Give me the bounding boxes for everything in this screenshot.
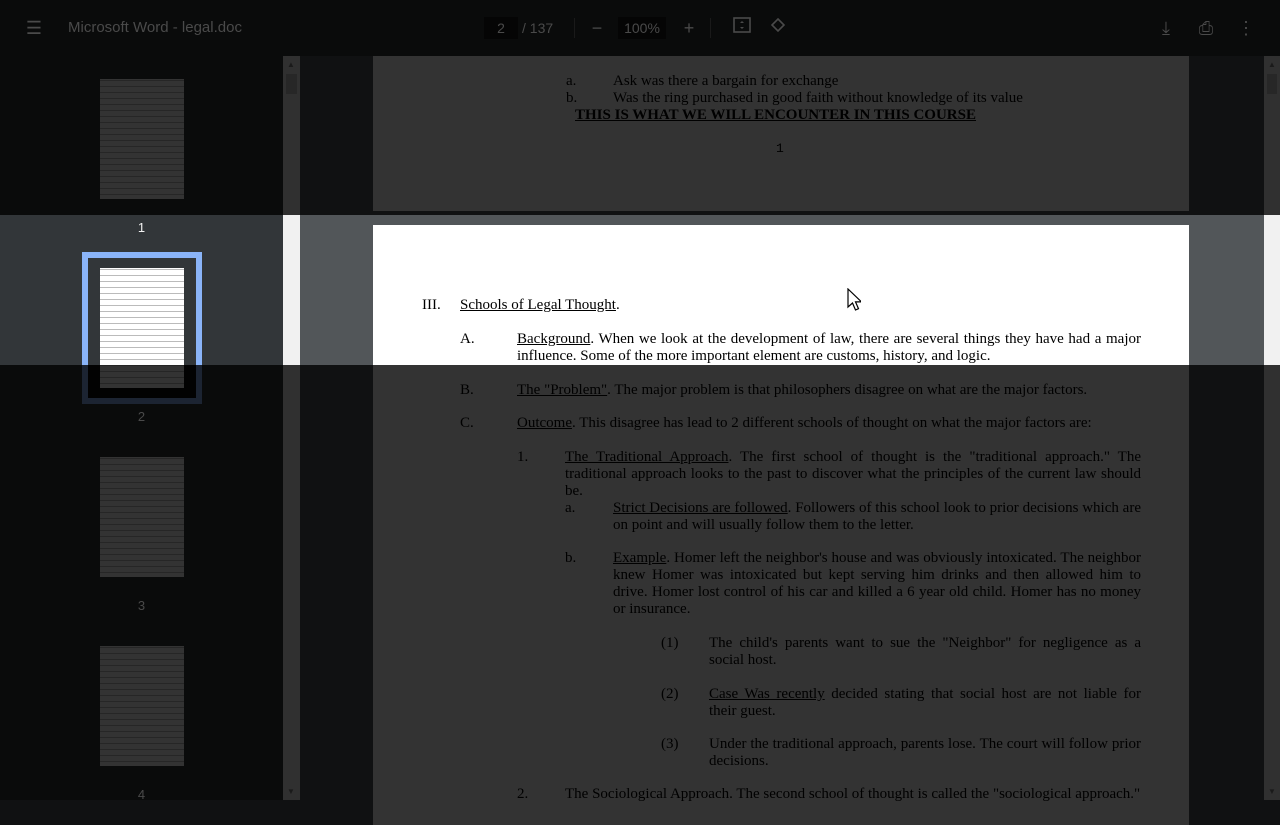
print-icon[interactable]: ⎙ [1194,16,1218,40]
thumbnail-sidebar: 1 2 3 4 [0,56,283,802]
item-text: . The major problem is that philosophers… [607,382,1088,398]
item-text: Under the traditional approach, parents … [709,736,1141,769]
list-label: (2) [661,686,679,702]
item-title: The "Problem" [517,382,608,398]
page-number: 1 [776,141,784,156]
hamburger-menu-icon[interactable]: ☰ [22,16,46,40]
list-label: (3) [661,736,679,752]
fit-to-page-icon[interactable] [730,16,754,40]
list-text: Ask was there a bargain for exchange [613,73,839,89]
thumbnail-page-1[interactable] [88,69,196,209]
page-total: / 137 [522,20,554,36]
item-text: . When we look at the development of law… [517,331,1141,364]
item-text: The child's parents want to sue the "Nei… [709,635,1141,668]
section-label: III. [422,297,441,313]
mouse-cursor-icon [847,288,861,311]
page-heading: THIS IS WHAT WE WILL ENCOUNTER IN THIS C… [575,107,976,123]
list-label: (1) [661,635,679,651]
rotate-icon[interactable] [766,16,790,40]
item-text: . This disagree has lead to 2 different … [571,415,1092,431]
thumbnail-page-2[interactable] [82,252,202,404]
list-label: A. [460,331,475,347]
thumbnail-label: 3 [137,598,146,613]
list-label: C. [460,415,474,431]
item-title: Strict Decisions are followed [613,500,788,516]
plus-icon[interactable]: + [677,16,701,40]
list-label: a. [565,500,576,516]
section-text: . [615,297,620,313]
document-title: Microsoft Word - legal.doc [68,19,242,36]
list-label: b. [566,90,578,106]
more-vert-icon[interactable]: ⋮ [1234,16,1258,40]
item-title: Example [613,550,667,566]
list-label: 2. [517,786,529,802]
item-title: Case Was recently [709,686,825,702]
list-label: b. [565,550,577,566]
item-text: . Homer left the neighbor's house and wa… [613,550,1141,617]
thumbnail-page-4[interactable] [88,636,196,776]
pdf-page-2: III. Schools of Legal Thought. A. Backgr… [373,225,1189,825]
zoom-input[interactable]: 100% [618,17,666,39]
section-title: Schools of Legal Thought [460,297,616,313]
item-title: Outcome [517,415,572,431]
sidebar-scrollbar[interactable]: ▲ ▼ [283,56,300,800]
thumbnail-page-3[interactable] [88,447,196,587]
list-label: 1. [517,449,529,465]
list-label: a. [566,73,577,89]
toolbar: ☰ Microsoft Word - legal.doc 2 / 137 − 1… [0,0,1280,56]
thumbnail-label: 2 [137,409,146,424]
item-title: Background [517,331,591,347]
download-icon[interactable]: ⤓ [1154,16,1178,40]
minus-icon[interactable]: − [585,16,609,40]
divider [574,18,575,38]
item-text: The Sociological Approach. The second sc… [565,786,1141,802]
page-number-input[interactable]: 2 [484,17,518,39]
main-scrollbar[interactable]: ▲ ▼ [1264,56,1280,800]
list-label: B. [460,382,474,398]
thumbnail-label: 1 [137,220,146,235]
divider [710,18,711,38]
pdf-page-1: a. Ask was there a bargain for exchange … [373,56,1189,211]
item-title: The Traditional Approach [565,449,729,465]
list-text: Was the ring purchased in good faith wit… [613,90,1023,106]
